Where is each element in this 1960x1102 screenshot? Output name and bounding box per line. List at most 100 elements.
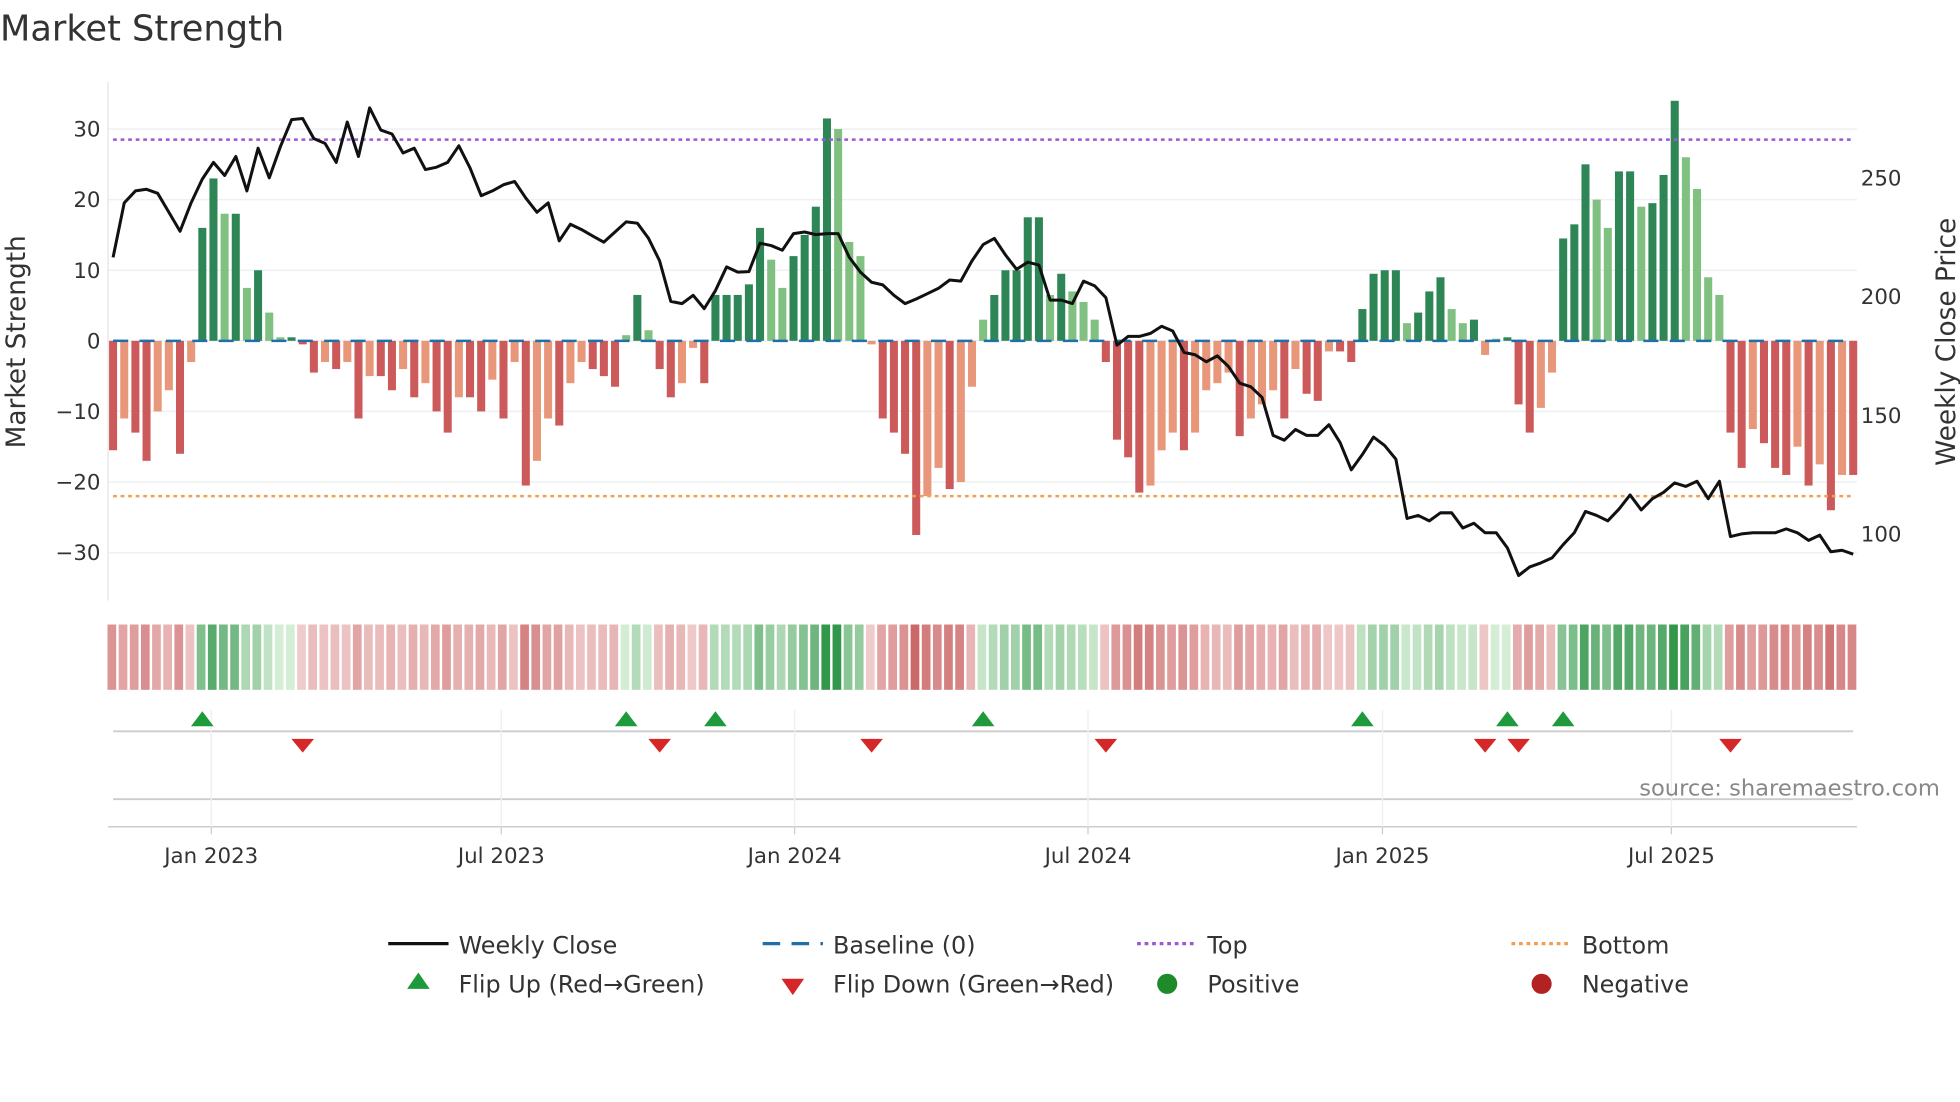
- heat-cell: [1490, 624, 1500, 690]
- strength-bar: [242, 287, 251, 341]
- heat-cell: [1602, 624, 1611, 690]
- strength-bar: [164, 340, 173, 391]
- strength-bar: [1179, 340, 1188, 451]
- y2-axis-ticks: 250 200 150 100: [1861, 166, 1902, 547]
- strength-bar: [1469, 319, 1478, 341]
- strength-bar: [1146, 340, 1155, 486]
- strength-bar: [1681, 157, 1690, 341]
- heat-cell: [196, 624, 206, 690]
- heat-cell: [1144, 624, 1154, 690]
- legend-bottom: Bottom: [1511, 932, 1669, 960]
- heat-cell: [1814, 624, 1823, 690]
- heat-cell: [1122, 624, 1132, 690]
- heat-cell: [464, 624, 474, 690]
- strength-bar: [1614, 171, 1623, 341]
- flip-down-marker: [1719, 738, 1742, 753]
- y2-tick-label: 250: [1861, 166, 1902, 191]
- strength-bar: [287, 337, 296, 341]
- heat-cell: [1702, 624, 1712, 690]
- heat-cell: [1156, 624, 1165, 690]
- heat-cell: [1200, 624, 1210, 690]
- y-axis-ticks: 30 20 10 0 −10 −20 −30: [55, 118, 100, 567]
- strength-bar: [443, 340, 452, 433]
- heat-cell: [620, 624, 630, 690]
- heat-cell: [1803, 624, 1812, 690]
- strength-bar: [1804, 340, 1813, 486]
- heat-cell: [1390, 624, 1399, 690]
- heat-cell: [140, 624, 150, 690]
- strength-bar: [1637, 206, 1646, 341]
- strength-bar: [1503, 337, 1512, 341]
- strength-bar: [153, 340, 162, 412]
- strength-bar: [956, 340, 965, 483]
- flip-up-marker: [704, 711, 727, 727]
- strength-bar: [611, 340, 620, 387]
- heat-cell: [230, 624, 239, 690]
- strength-bar: [1447, 309, 1456, 341]
- heat-cell: [297, 624, 306, 690]
- strength-bar: [1034, 217, 1043, 341]
- heat-cell: [163, 624, 172, 690]
- strength-bar: [867, 340, 876, 345]
- strength-bar: [555, 340, 564, 426]
- strength-bar: [198, 227, 207, 341]
- strength-bar: [231, 213, 240, 341]
- heat-cell: [386, 624, 396, 690]
- strength-bar: [109, 340, 118, 451]
- strength-bar: [142, 340, 151, 461]
- strength-bar: [1057, 273, 1066, 341]
- heat-cell: [921, 624, 931, 690]
- flip-up-marker: [971, 711, 995, 727]
- strength-bar: [1414, 312, 1423, 341]
- heat-cell: [1256, 624, 1266, 690]
- heat-cell: [207, 624, 217, 690]
- y-tick-label: 20: [73, 188, 100, 213]
- heat-cell: [765, 624, 775, 690]
- heat-cell: [1624, 624, 1634, 690]
- strength-bar: [521, 340, 530, 486]
- strength-bar: [778, 287, 787, 341]
- heat-cell: [1278, 624, 1288, 690]
- heat-cell: [1178, 624, 1188, 690]
- strength-bar: [1213, 340, 1222, 384]
- legend-label: Negative: [1582, 971, 1689, 999]
- flip-down-marker: [1507, 738, 1530, 753]
- heat-cell: [1245, 624, 1254, 690]
- strength-bar: [1559, 238, 1568, 341]
- heat-cell: [1289, 624, 1299, 690]
- heat-cell: [832, 624, 842, 690]
- heat-cell: [1524, 624, 1533, 690]
- strength-bar: [343, 340, 352, 363]
- heat-cell: [1222, 624, 1232, 690]
- strength-bar: [1347, 340, 1356, 363]
- legend-label: Positive: [1207, 971, 1299, 999]
- heat-cell: [129, 624, 139, 690]
- heat-cell: [1446, 624, 1455, 690]
- flip-up-marker: [1351, 711, 1374, 727]
- heat-cell: [397, 624, 407, 690]
- strength-bar: [387, 340, 396, 391]
- heat-cell: [1077, 624, 1087, 690]
- strength-bar: [923, 340, 932, 497]
- strength-bar: [767, 259, 776, 341]
- strength-bar: [1112, 340, 1122, 440]
- strength-bar: [711, 294, 720, 341]
- heat-cell: [698, 624, 708, 690]
- heat-cell: [1434, 624, 1444, 690]
- heat-cell: [308, 624, 317, 690]
- strength-bar: [633, 294, 642, 341]
- heat-cell: [609, 624, 619, 690]
- heat-cell: [1657, 624, 1667, 690]
- strength-bar: [1525, 340, 1534, 433]
- heat-cell: [419, 624, 429, 690]
- heat-cell: [999, 624, 1009, 690]
- strength-bar: [1324, 340, 1333, 352]
- strength-bar: [1626, 171, 1635, 341]
- heat-cell: [665, 624, 674, 690]
- strength-bar: [332, 340, 341, 370]
- strength-bar: [979, 319, 988, 341]
- y-tick-label: 10: [73, 259, 100, 284]
- flip-up-marker: [1496, 711, 1519, 727]
- heat-cell: [1011, 624, 1020, 690]
- strength-bar: [677, 340, 686, 384]
